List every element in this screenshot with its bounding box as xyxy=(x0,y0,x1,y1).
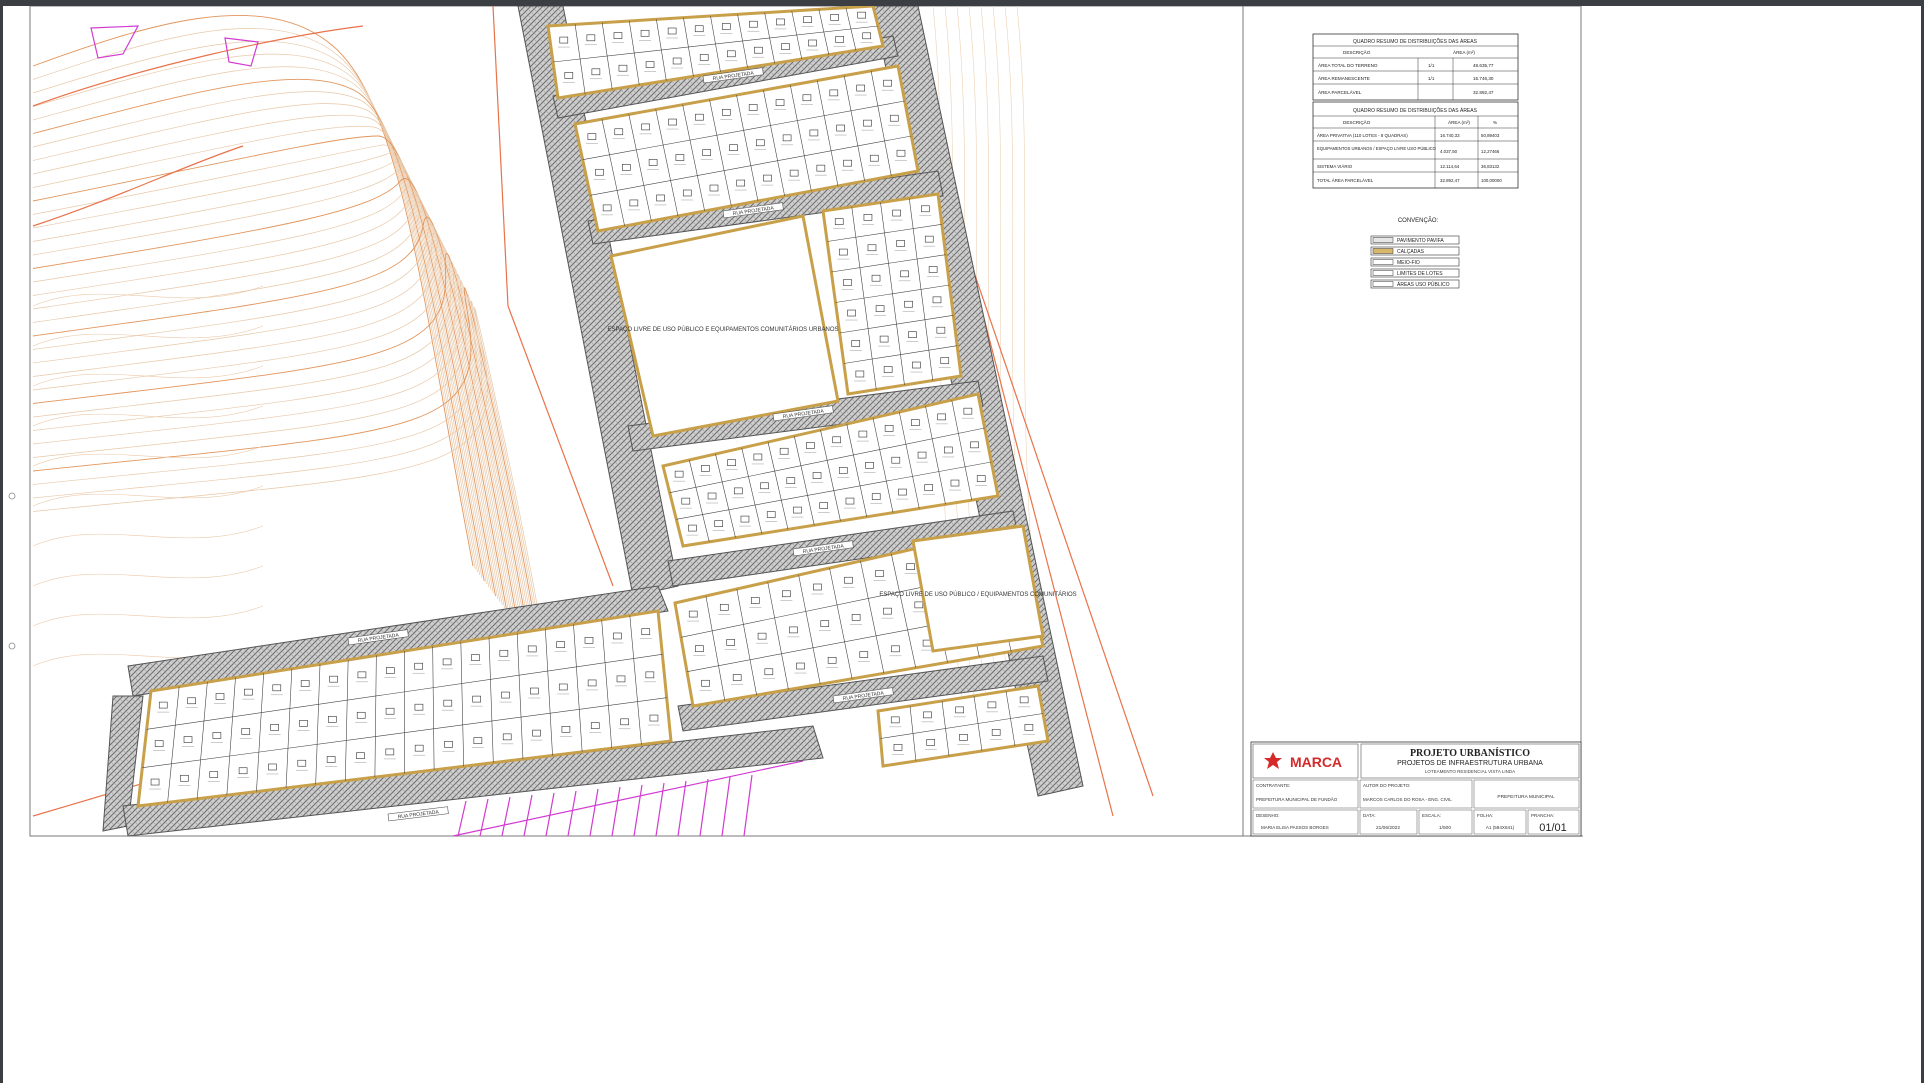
summary-table-areas: QUADRO RESUMO DE DISTRIBUIÇÕES DAS ÁREAS… xyxy=(1312,33,1519,101)
svg-text:DESENHO:: DESENHO: xyxy=(1256,813,1280,818)
svg-text:1/1: 1/1 xyxy=(1428,76,1435,81)
svg-text:A1 (594X841): A1 (594X841) xyxy=(1486,825,1515,830)
svg-text:QUADRO RESUMO DE DISTRIBUIÇÕES: QUADRO RESUMO DE DISTRIBUIÇÕES DAS ÁREAS xyxy=(1353,107,1478,114)
svg-text:32.892,47: 32.892,47 xyxy=(1440,178,1460,183)
legend-swatch xyxy=(1372,281,1394,287)
drawing-sheet: ESPAÇO LIVRE DE USO PÚBLICO E EQUIPAMENT… xyxy=(3,6,1921,1083)
svg-text:DESCRIÇÃO: DESCRIÇÃO xyxy=(1343,49,1371,55)
svg-text:100,00000: 100,00000 xyxy=(1481,178,1502,183)
svg-text:16.740,33: 16.740,33 xyxy=(1440,133,1460,138)
public-space-label: ESPAÇO LIVRE DE USO PÚBLICO E EQUIPAMENT… xyxy=(607,326,838,333)
legend-label: CALÇADAS xyxy=(1397,249,1425,255)
svg-text:EQUIPAMENTOS URBANOS / ESPAÇO: EQUIPAMENTOS URBANOS / ESPAÇO LIVRE USO … xyxy=(1317,146,1437,151)
svg-text:ÁREA TOTAL DO TERRENO: ÁREA TOTAL DO TERRENO xyxy=(1318,62,1378,68)
svg-text:MARCOS CARLOS DO ROSA - ENG. C: MARCOS CARLOS DO ROSA - ENG. CIVIL xyxy=(1363,797,1452,802)
svg-text:DATA:: DATA: xyxy=(1363,813,1376,818)
legend: CONVENÇÃO: PAVIMENTO PAVIFA CALÇADAS MEIO-… xyxy=(1370,217,1460,289)
sheet-number: 01/01 xyxy=(1539,822,1567,834)
svg-text:21/06/2022: 21/06/2022 xyxy=(1376,825,1400,831)
svg-text:ÁREA PRIVATIVA (110 LOTES - 8: ÁREA PRIVATIVA (110 LOTES - 8 QUADRAS) xyxy=(1317,133,1408,138)
svg-text:ESCALA:: ESCALA: xyxy=(1422,813,1441,818)
svg-text:FOLHA:: FOLHA: xyxy=(1477,813,1493,818)
svg-text:PREFEITURA MUNICIPAL DE FUNDÃO: PREFEITURA MUNICIPAL DE FUNDÃO xyxy=(1256,796,1338,802)
svg-text:TOTAL ÁREA PARCELÁVEL: TOTAL ÁREA PARCELÁVEL xyxy=(1317,178,1374,183)
legend-swatch xyxy=(1372,259,1394,265)
public-space-label-2: ESPAÇO LIVRE DE USO PÚBLICO / EQUIPAMENT… xyxy=(879,591,1076,598)
svg-text:RUA PROJETADA: RUA PROJETADA xyxy=(397,809,439,820)
svg-text:DESCRIÇÃO: DESCRIÇÃO xyxy=(1343,119,1371,125)
legend-label: LIMITES DE LOTES xyxy=(1397,271,1443,277)
title-block: MARCA PROJETO URBANÍSTICO PROJETOS DE IN… xyxy=(1250,741,1582,837)
svg-text:CONTRATANTE:: CONTRATANTE: xyxy=(1256,783,1290,788)
project-subtitle: PROJETOS DE INFRAESTRUTURA URBANA xyxy=(1397,760,1543,767)
svg-text:SISTEMA VIÁRIO: SISTEMA VIÁRIO xyxy=(1317,164,1353,169)
block-c xyxy=(821,192,963,396)
svg-text:15.746,30: 15.746,30 xyxy=(1473,76,1494,81)
svg-text:%: % xyxy=(1493,120,1497,125)
svg-text:36,83132: 36,83132 xyxy=(1481,164,1500,169)
logo-text: MARCA xyxy=(1290,754,1342,770)
site-plan-drawing: ESPAÇO LIVRE DE USO PÚBLICO E EQUIPAMENT… xyxy=(8,6,1583,837)
legend-swatch xyxy=(1372,248,1394,254)
svg-text:4.037,50: 4.037,50 xyxy=(1440,149,1458,154)
svg-text:1/1: 1/1 xyxy=(1428,63,1435,68)
svg-text:ÁREA (m²): ÁREA (m²) xyxy=(1448,119,1470,125)
svg-text:1/500: 1/500 xyxy=(1439,825,1451,831)
legend-swatch xyxy=(1372,270,1394,276)
svg-text:PRANCHA:: PRANCHA: xyxy=(1531,813,1554,818)
legend-label: ÁREAS USO PÚBLICO xyxy=(1397,281,1450,288)
legend-title: CONVENÇÃO: xyxy=(1398,217,1439,224)
svg-text:PREFEITURA MUNICIPAL: PREFEITURA MUNICIPAL xyxy=(1497,794,1555,800)
svg-text:AUTOR DO PROJETO:: AUTOR DO PROJETO: xyxy=(1363,783,1410,788)
svg-text:12,27466: 12,27466 xyxy=(1481,149,1500,154)
legend-swatch xyxy=(1372,237,1394,243)
legend-label: PAVIMENTO PAVIFA xyxy=(1397,238,1444,244)
table1-title: QUADRO RESUMO DE DISTRIBUIÇÕES DAS ÁREAS xyxy=(1353,38,1478,45)
svg-text:12.114,64: 12.114,64 xyxy=(1440,164,1460,169)
svg-text:ÁREA PARCELÁVEL: ÁREA PARCELÁVEL xyxy=(1318,89,1362,95)
legend-label: MEIO-FIO xyxy=(1397,260,1420,266)
svg-text:48.635,77: 48.635,77 xyxy=(1473,63,1494,68)
svg-text:LOTEAMENTO RESIDENCIAL VISTA L: LOTEAMENTO RESIDENCIAL VISTA LINDA xyxy=(1425,769,1515,774)
svg-text:50,89403: 50,89403 xyxy=(1481,133,1500,138)
svg-text:ÁREA REMANESCENTE: ÁREA REMANESCENTE xyxy=(1318,75,1370,81)
project-title: PROJETO URBANÍSTICO xyxy=(1410,747,1530,759)
image-viewer: ESPAÇO LIVRE DE USO PÚBLICO E EQUIPAMENT… xyxy=(0,0,1924,1083)
svg-text:32.892,47: 32.892,47 xyxy=(1473,90,1494,95)
summary-table-distribution: QUADRO RESUMO DE DISTRIBUIÇÕES DAS ÁREAS… xyxy=(1312,101,1519,189)
svg-text:ÁREA (m²): ÁREA (m²) xyxy=(1453,49,1475,55)
svg-text:MARIA ELISA PASSOS BORGES: MARIA ELISA PASSOS BORGES xyxy=(1261,825,1329,830)
